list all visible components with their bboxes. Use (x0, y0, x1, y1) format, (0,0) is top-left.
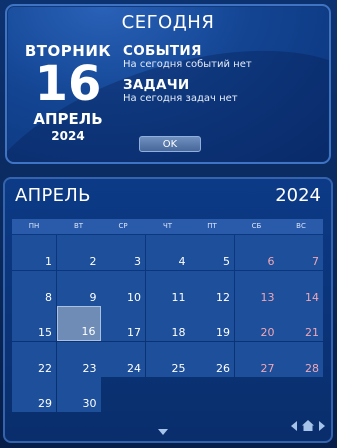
day-cell[interactable]: 22 (12, 341, 56, 377)
weekday-label: ПТ (207, 222, 217, 230)
ok-button[interactable]: OK (139, 136, 201, 152)
weekday-label: СР (118, 222, 128, 230)
day-cell[interactable]: 17 (101, 306, 145, 341)
day-cell[interactable]: 15 (12, 306, 56, 341)
day-number: 2 (89, 255, 97, 268)
today-date-block: ВТОРНИК 16 АПРЕЛЬ 2024 (15, 42, 121, 143)
day-cell[interactable]: 29 (12, 377, 56, 412)
day-number: 10 (127, 290, 141, 304)
today-day-number: 16 (34, 56, 102, 112)
today-title: СЕГОДНЯ (121, 12, 215, 33)
day-number: 7 (312, 255, 319, 268)
day-cell[interactable]: 24 (101, 341, 145, 377)
day-number: 3 (134, 255, 141, 268)
day-number: 24 (127, 361, 141, 375)
day-number: 28 (305, 361, 319, 375)
events-text: На сегодня событий нет (123, 59, 252, 70)
gadget-window: СЕГОДНЯ ВТОРНИК 16 АПРЕЛЬ 2024 СОБЫТИЯ Н… (0, 0, 337, 448)
day-number: 30 (82, 397, 97, 410)
day-cell[interactable]: 25 (145, 341, 190, 377)
day-number: 18 (171, 326, 186, 339)
day-cell[interactable]: 10 (101, 270, 145, 306)
day-number: 27 (260, 361, 275, 375)
day-cell[interactable]: 1 (12, 235, 56, 270)
day-number: 5 (223, 255, 230, 268)
day-cell[interactable]: 21 (279, 306, 323, 341)
today-panel: СЕГОДНЯ ВТОРНИК 16 АПРЕЛЬ 2024 СОБЫТИЯ Н… (5, 4, 331, 164)
day-cell[interactable]: 3 (101, 235, 145, 270)
day-cell[interactable]: 13 (234, 270, 279, 306)
day-cell[interactable]: 18 (145, 306, 190, 341)
day-cell[interactable]: 4 (145, 235, 190, 270)
day-number: 6 (267, 255, 275, 268)
day-cell[interactable]: 7 (279, 235, 323, 270)
day-number: 9 (89, 290, 97, 304)
calendar-navigation (291, 420, 327, 432)
weekday-label: ВТ (73, 222, 84, 230)
day-cell[interactable]: 28 (279, 341, 323, 377)
day-cell[interactable]: 19 (190, 306, 234, 341)
day-number: 20 (260, 326, 275, 339)
day-number: 15 (38, 326, 52, 339)
day-cell[interactable]: 11 (145, 270, 190, 306)
day-number: 21 (305, 326, 319, 339)
day-cell[interactable]: 6 (234, 235, 279, 270)
tasks-text: На сегодня задач нет (123, 93, 238, 104)
day-number: 1 (45, 255, 52, 268)
chevron-down-icon[interactable] (158, 429, 168, 435)
day-cell[interactable]: 9 (56, 270, 101, 306)
day-cell-today[interactable]: 16 (56, 306, 101, 341)
day-number: 16 (81, 325, 96, 338)
day-number: 17 (127, 326, 141, 339)
day-number: 11 (171, 290, 186, 304)
day-number: 13 (260, 290, 275, 304)
calendar-month: АПРЕЛЬ (15, 185, 91, 206)
arrow-left-icon[interactable] (291, 421, 297, 431)
day-number: 29 (38, 397, 52, 410)
calendar-days: 1 2 3 4 5 6 7 8 9 10 11 12 13 14 15 16 17 18 19 20 21 22 23 24 2… (12, 235, 323, 412)
calendar-grid: ПН ВТ СР ЧТ ПТ СБ ВС 1 2 3 4 5 6 7 8 9 10 11 12 13 14 15 16 17… (12, 219, 323, 412)
day-cell[interactable]: 20 (234, 306, 279, 341)
day-number: 4 (178, 255, 186, 268)
calendar-header: АПРЕЛЬ 2024 (15, 185, 321, 209)
today-month: АПРЕЛЬ (33, 110, 103, 128)
day-number: 23 (82, 361, 97, 375)
calendar-panel: АПРЕЛЬ 2024 ПН ВТ СР ЧТ ПТ СБ ВС 1 2 3 4 5 6 7 8 9 10 11… (3, 177, 333, 443)
tasks-heading: ЗАДАЧИ (123, 77, 190, 93)
day-cell[interactable]: 14 (279, 270, 323, 306)
day-number: 12 (216, 290, 230, 304)
weekday-header-row: ПН ВТ СР ЧТ ПТ СБ ВС (12, 219, 323, 234)
home-icon[interactable] (302, 420, 314, 431)
day-cell[interactable]: 2 (56, 235, 101, 270)
today-year: 2024 (51, 129, 85, 143)
day-cell[interactable]: 12 (190, 270, 234, 306)
day-number: 22 (38, 361, 52, 375)
today-info-block: СОБЫТИЯ На сегодня событий нет ЗАДАЧИ На… (123, 44, 323, 112)
day-cell[interactable]: 8 (12, 270, 56, 306)
weekday-label: ВС (296, 222, 306, 230)
day-cell[interactable]: 26 (190, 341, 234, 377)
day-number: 8 (45, 290, 52, 304)
day-cell[interactable]: 30 (56, 377, 101, 412)
day-cell[interactable]: 27 (234, 341, 279, 377)
day-number: 14 (305, 290, 319, 304)
arrow-right-icon[interactable] (319, 421, 325, 431)
weekday-label: СБ (251, 222, 262, 230)
day-cell[interactable]: 23 (56, 341, 101, 377)
weekday-label: ЧТ (162, 222, 173, 230)
weekday-label: ПН (28, 222, 40, 230)
day-number: 26 (216, 361, 230, 375)
events-heading: СОБЫТИЯ (123, 43, 202, 59)
day-cell[interactable]: 5 (190, 235, 234, 270)
calendar-year: 2024 (275, 185, 321, 206)
day-number: 19 (216, 326, 230, 339)
day-number: 25 (171, 361, 186, 375)
